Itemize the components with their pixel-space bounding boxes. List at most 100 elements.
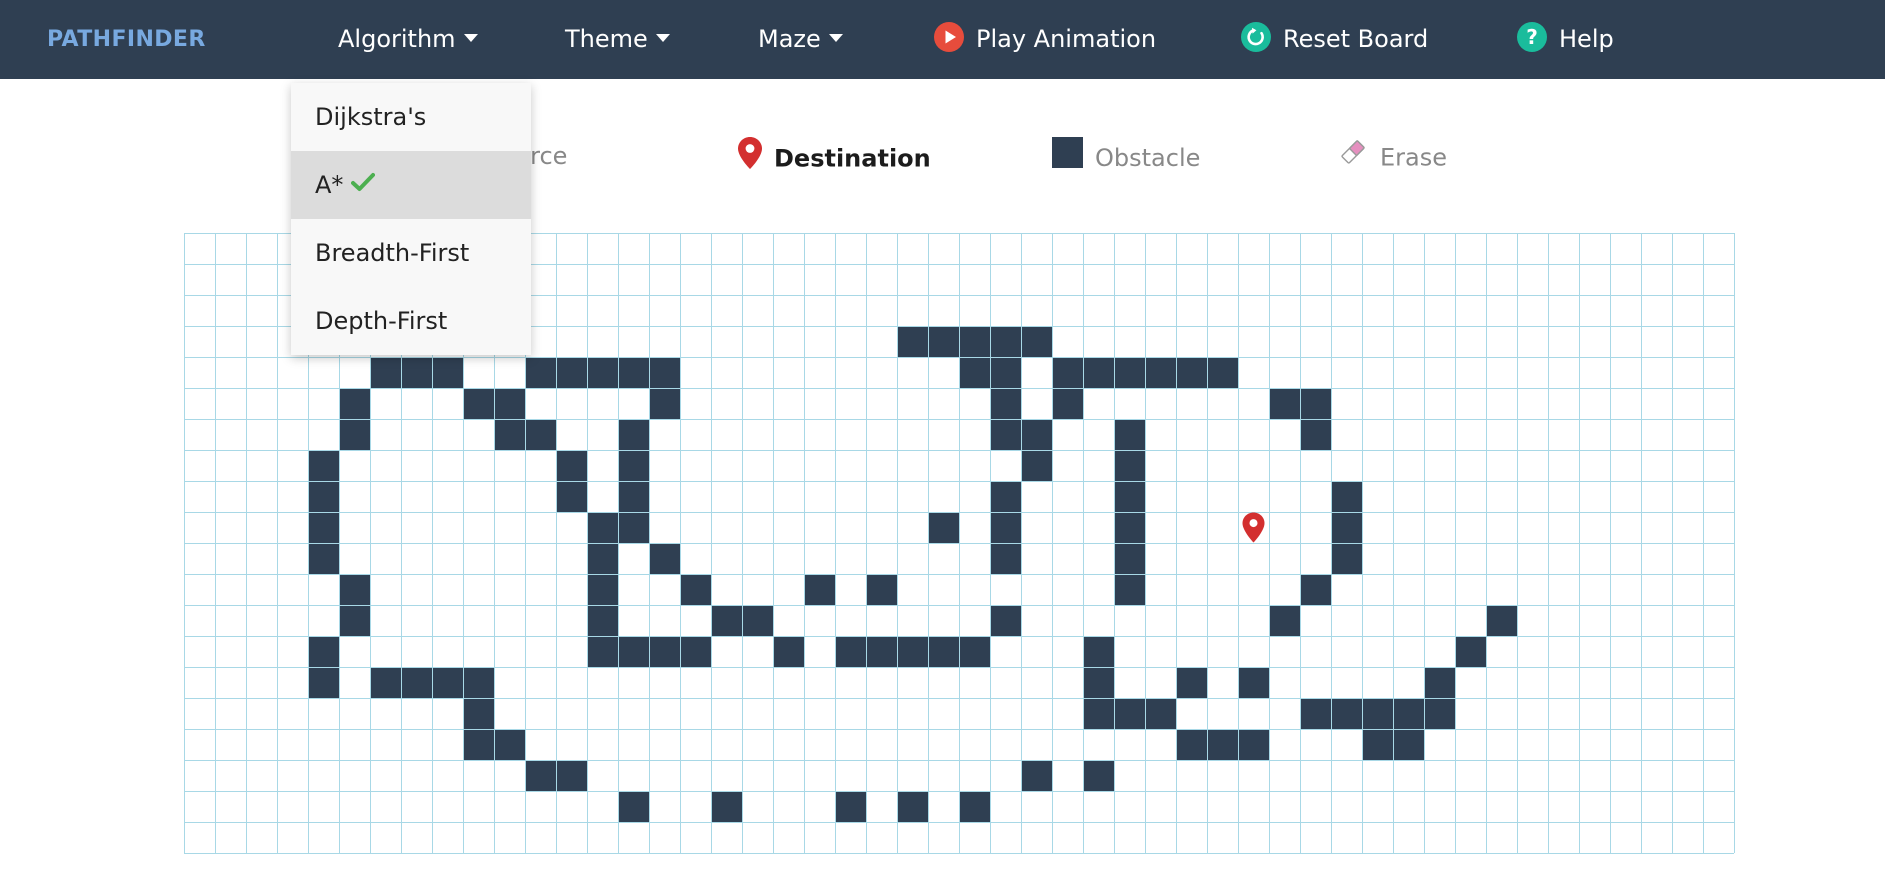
obstacle-cell[interactable] [618, 791, 649, 822]
obstacle-cell[interactable] [649, 388, 680, 419]
obstacle-cell[interactable] [1021, 419, 1052, 450]
obstacle-cell[interactable] [711, 791, 742, 822]
obstacle-cell[interactable] [1021, 760, 1052, 791]
obstacle-cell[interactable] [1424, 698, 1455, 729]
obstacle-cell[interactable] [618, 357, 649, 388]
obstacle-cell[interactable] [618, 419, 649, 450]
algorithm-option-dijkstra[interactable]: Dijkstra's [291, 83, 531, 151]
obstacle-cell[interactable] [928, 636, 959, 667]
obstacle-cell[interactable] [1362, 729, 1393, 760]
algorithm-option-dfs[interactable]: Depth-First [291, 287, 531, 355]
obstacle-cell[interactable] [1238, 667, 1269, 698]
obstacle-cell[interactable] [897, 636, 928, 667]
obstacle-cell[interactable] [959, 791, 990, 822]
obstacle-cell[interactable] [1238, 729, 1269, 760]
obstacle-cell[interactable] [525, 357, 556, 388]
obstacle-cell[interactable] [1083, 667, 1114, 698]
obstacle-cell[interactable] [370, 667, 401, 698]
obstacle-cell[interactable] [649, 543, 680, 574]
obstacle-cell[interactable] [1145, 698, 1176, 729]
obstacle-cell[interactable] [1114, 512, 1145, 543]
obstacle-cell[interactable] [990, 481, 1021, 512]
obstacle-cell[interactable] [1331, 512, 1362, 543]
obstacle-cell[interactable] [1114, 481, 1145, 512]
obstacle-cell[interactable] [990, 419, 1021, 450]
obstacle-cell[interactable] [959, 326, 990, 357]
obstacle-cell[interactable] [1269, 605, 1300, 636]
obstacle-cell[interactable] [370, 357, 401, 388]
obstacle-cell[interactable] [618, 481, 649, 512]
obstacle-cell[interactable] [1331, 698, 1362, 729]
obstacle-cell[interactable] [1114, 450, 1145, 481]
obstacle-cell[interactable] [1455, 636, 1486, 667]
algorithm-option-astar[interactable]: A* [291, 151, 531, 219]
obstacle-cell[interactable] [308, 481, 339, 512]
obstacle-cell[interactable] [990, 605, 1021, 636]
obstacle-cell[interactable] [463, 667, 494, 698]
obstacle-cell[interactable] [990, 543, 1021, 574]
obstacle-cell[interactable] [339, 388, 370, 419]
obstacle-cell[interactable] [494, 729, 525, 760]
obstacle-cell[interactable] [432, 357, 463, 388]
obstacle-cell[interactable] [773, 636, 804, 667]
obstacle-cell[interactable] [1083, 698, 1114, 729]
obstacle-cell[interactable] [339, 605, 370, 636]
obstacle-cell[interactable] [990, 357, 1021, 388]
obstacle-cell[interactable] [1176, 357, 1207, 388]
obstacle-cell[interactable] [804, 574, 835, 605]
obstacle-cell[interactable] [742, 605, 773, 636]
obstacle-cell[interactable] [1114, 419, 1145, 450]
obstacle-cell[interactable] [897, 791, 928, 822]
obstacle-cell[interactable] [990, 388, 1021, 419]
obstacle-cell[interactable] [587, 357, 618, 388]
obstacle-cell[interactable] [835, 791, 866, 822]
obstacle-cell[interactable] [1114, 698, 1145, 729]
obstacle-cell[interactable] [339, 574, 370, 605]
obstacle-cell[interactable] [1331, 481, 1362, 512]
obstacle-cell[interactable] [587, 605, 618, 636]
obstacle-cell[interactable] [959, 357, 990, 388]
obstacle-cell[interactable] [1269, 388, 1300, 419]
obstacle-cell[interactable] [308, 543, 339, 574]
obstacle-cell[interactable] [1083, 636, 1114, 667]
obstacle-cell[interactable] [339, 419, 370, 450]
obstacle-cell[interactable] [1362, 698, 1393, 729]
obstacle-cell[interactable] [401, 357, 432, 388]
obstacle-cell[interactable] [587, 574, 618, 605]
obstacle-cell[interactable] [1114, 574, 1145, 605]
obstacle-cell[interactable] [1114, 543, 1145, 574]
obstacle-cell[interactable] [1300, 419, 1331, 450]
obstacle-cell[interactable] [308, 450, 339, 481]
obstacle-cell[interactable] [1114, 357, 1145, 388]
obstacle-cell[interactable] [463, 388, 494, 419]
obstacle-cell[interactable] [1486, 605, 1517, 636]
obstacle-cell[interactable] [618, 636, 649, 667]
obstacle-cell[interactable] [1331, 543, 1362, 574]
obstacle-cell[interactable] [897, 326, 928, 357]
obstacle-cell[interactable] [990, 512, 1021, 543]
obstacle-cell[interactable] [1300, 388, 1331, 419]
obstacle-cell[interactable] [556, 760, 587, 791]
obstacle-cell[interactable] [1393, 729, 1424, 760]
obstacle-cell[interactable] [680, 574, 711, 605]
obstacle-cell[interactable] [1021, 326, 1052, 357]
obstacle-cell[interactable] [1207, 357, 1238, 388]
obstacle-cell[interactable] [959, 636, 990, 667]
obstacle-cell[interactable] [990, 326, 1021, 357]
obstacle-cell[interactable] [308, 512, 339, 543]
obstacle-cell[interactable] [835, 636, 866, 667]
obstacle-cell[interactable] [711, 605, 742, 636]
obstacle-cell[interactable] [1207, 729, 1238, 760]
obstacle-cell[interactable] [1176, 667, 1207, 698]
obstacle-cell[interactable] [928, 326, 959, 357]
obstacle-cell[interactable] [1393, 698, 1424, 729]
obstacle-cell[interactable] [463, 698, 494, 729]
obstacle-cell[interactable] [525, 760, 556, 791]
obstacle-cell[interactable] [463, 729, 494, 760]
obstacle-cell[interactable] [1176, 729, 1207, 760]
obstacle-cell[interactable] [587, 543, 618, 574]
obstacle-cell[interactable] [618, 512, 649, 543]
obstacle-cell[interactable] [1021, 450, 1052, 481]
obstacle-cell[interactable] [1052, 388, 1083, 419]
obstacle-cell[interactable] [556, 357, 587, 388]
